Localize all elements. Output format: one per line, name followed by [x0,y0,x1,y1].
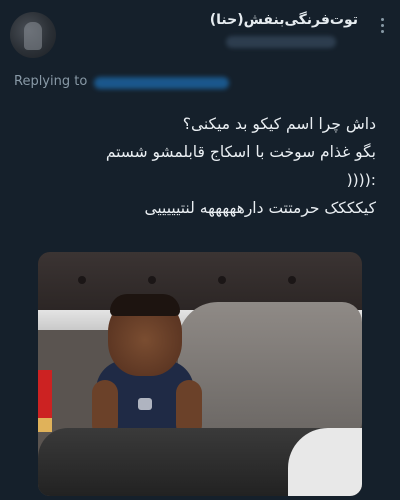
photo-pillow [178,302,362,432]
photo-red-box [38,370,52,432]
more-dot [380,24,384,27]
tuft [78,276,86,284]
tuft [218,276,226,284]
tweet-media-photo[interactable] [38,252,362,496]
replying-to-label: Replying to [14,74,88,89]
tweet-line: بگو غذام سوخت با اسکاج قابلمشو شستم [105,143,376,161]
tweet-text: داش چرا اسم کیکو بد میکنی؟ بگو غذام سوخت… [30,110,376,222]
avatar[interactable] [10,12,56,58]
blurred-username-handle[interactable] [226,36,336,48]
tweet-line: :(((( [346,171,376,189]
photo-box-cap [38,418,52,432]
blurred-reply-handle-link[interactable] [94,77,229,89]
photo-child-shirt-emblem [138,398,152,410]
tuft [148,276,156,284]
tweet-line: کیکککک حرمتتت دارهههههه لنتیییییی [144,199,376,217]
photo-child-hair [110,294,180,316]
tweet-header: توت‌فرنگی‌بنفش(حنا) [0,0,400,66]
display-name[interactable]: توت‌فرنگی‌بنفش(حنا) [118,12,358,28]
tweet-line: داش چرا اسم کیکو بد میکنی؟ [182,115,376,133]
avatar-figure [24,22,42,50]
tuft [288,276,296,284]
more-vertical-icon[interactable] [378,18,386,38]
more-dot [380,30,384,33]
more-dot [380,18,384,21]
